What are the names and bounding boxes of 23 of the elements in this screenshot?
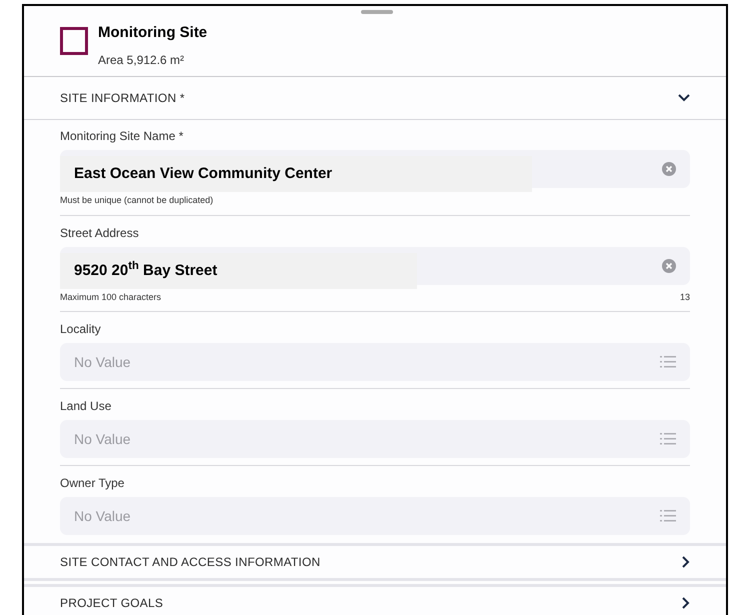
section-header[interactable]: SITE INFORMATION *: [24, 77, 726, 120]
area-text: Area 5,912.6 m²: [98, 52, 186, 68]
field-label: Street Address: [60, 224, 139, 242]
clear-icon[interactable]: [662, 162, 676, 176]
field-label: Monitoring Site Name *: [60, 128, 184, 145]
clear-icon[interactable]: [662, 258, 676, 272]
helper-text: Must be unique (cannot be duplicated): [60, 194, 214, 207]
chevron-right-icon: [682, 556, 690, 568]
site-title: Monitoring Site: [98, 23, 208, 43]
field-label: Owner Type: [60, 475, 124, 492]
section-header[interactable]: SITE CONTACT AND ACCESS INFORMATION: [24, 543, 726, 581]
section-header[interactable]: PROJECT GOALS: [24, 584, 726, 615]
list-icon[interactable]: [660, 510, 676, 522]
drag-handle[interactable]: [361, 10, 393, 14]
chevron-down-icon: [678, 94, 690, 102]
square-icon: [60, 27, 88, 55]
chevron-right-icon: [682, 597, 690, 609]
field-label: Land Use: [60, 398, 112, 415]
field-label: Locality: [60, 321, 101, 338]
helper-text: Maximum 100 characters: [60, 290, 162, 304]
character-count: 13: [680, 290, 690, 304]
list-icon[interactable]: [660, 433, 676, 445]
list-icon[interactable]: [660, 356, 676, 368]
